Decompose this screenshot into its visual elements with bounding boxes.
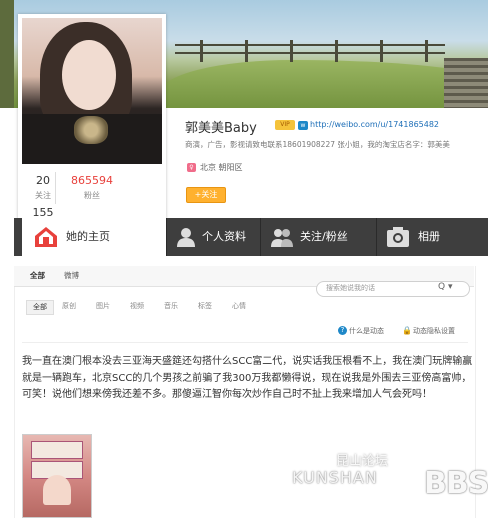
post-text: 我一直在澳门根本没去三亚海天盛筵还勾搭什么SCC富二代，说实话我压根看不上，我在…	[22, 356, 473, 400]
fans-label[interactable]: 粉丝	[62, 190, 122, 201]
fans-count[interactable]: 865594	[62, 174, 122, 187]
tab-album-label[interactable]: 相册	[418, 218, 440, 256]
tab-follow-label[interactable]: 关注/粉丝	[300, 218, 348, 256]
search-placeholder: 搜索她说我的话	[326, 284, 375, 292]
following-label[interactable]: 关注	[28, 190, 58, 201]
weibo-link-icon: w	[298, 121, 308, 130]
filter-music[interactable]: 音乐	[164, 301, 178, 311]
subtab-all[interactable]: 全部	[30, 270, 45, 281]
lock-icon: 🔒	[402, 326, 412, 335]
person-icon	[177, 228, 195, 247]
vip-badge[interactable]: VIP	[275, 120, 295, 130]
post-image[interactable]	[22, 434, 92, 518]
filter-videos[interactable]: 视频	[130, 301, 144, 311]
tab-profile-label[interactable]: 个人资料	[202, 218, 246, 256]
follow-button[interactable]: +关注	[186, 187, 226, 203]
privacy-settings-link[interactable]: 动态隐私设置	[413, 326, 455, 336]
people-icon	[271, 229, 293, 247]
profile-url-link[interactable]: http://weibo.com/u/1741865482	[310, 120, 439, 129]
what-is-activity-link[interactable]: 什么是动态	[349, 326, 384, 336]
search-icon[interactable]: Q ▾	[438, 282, 452, 292]
watermark-cn: 昆山论坛	[336, 454, 389, 469]
filter-tags[interactable]: 标签	[198, 301, 212, 311]
filter-all[interactable]: 全部	[26, 300, 54, 315]
home-icon	[35, 227, 57, 247]
watermark-logo: BBS	[424, 466, 488, 501]
female-icon: ♀	[187, 163, 196, 172]
stat-divider	[55, 172, 56, 204]
filter-images[interactable]: 图片	[96, 301, 110, 311]
filter-mood[interactable]: 心情	[232, 301, 246, 311]
camera-icon	[387, 227, 409, 247]
subtab-weibo[interactable]: 微博	[64, 270, 79, 281]
following-count[interactable]: 20	[28, 174, 58, 187]
profile-bio: 商演，广告，影视请致电联系18601908227 张小姐，我的淘宝店名字：郭美美	[185, 140, 450, 149]
profile-location: 北京 朝阳区	[200, 163, 243, 172]
filter-original[interactable]: 原创	[62, 301, 76, 311]
profile-name: 郭美美Baby	[185, 121, 257, 136]
help-icon: ?	[338, 326, 347, 335]
avatar[interactable]	[22, 18, 162, 164]
tab-home-label[interactable]: 她的主页	[66, 218, 110, 256]
watermark-en: KUNSHAN	[292, 468, 378, 487]
divider	[22, 342, 468, 343]
